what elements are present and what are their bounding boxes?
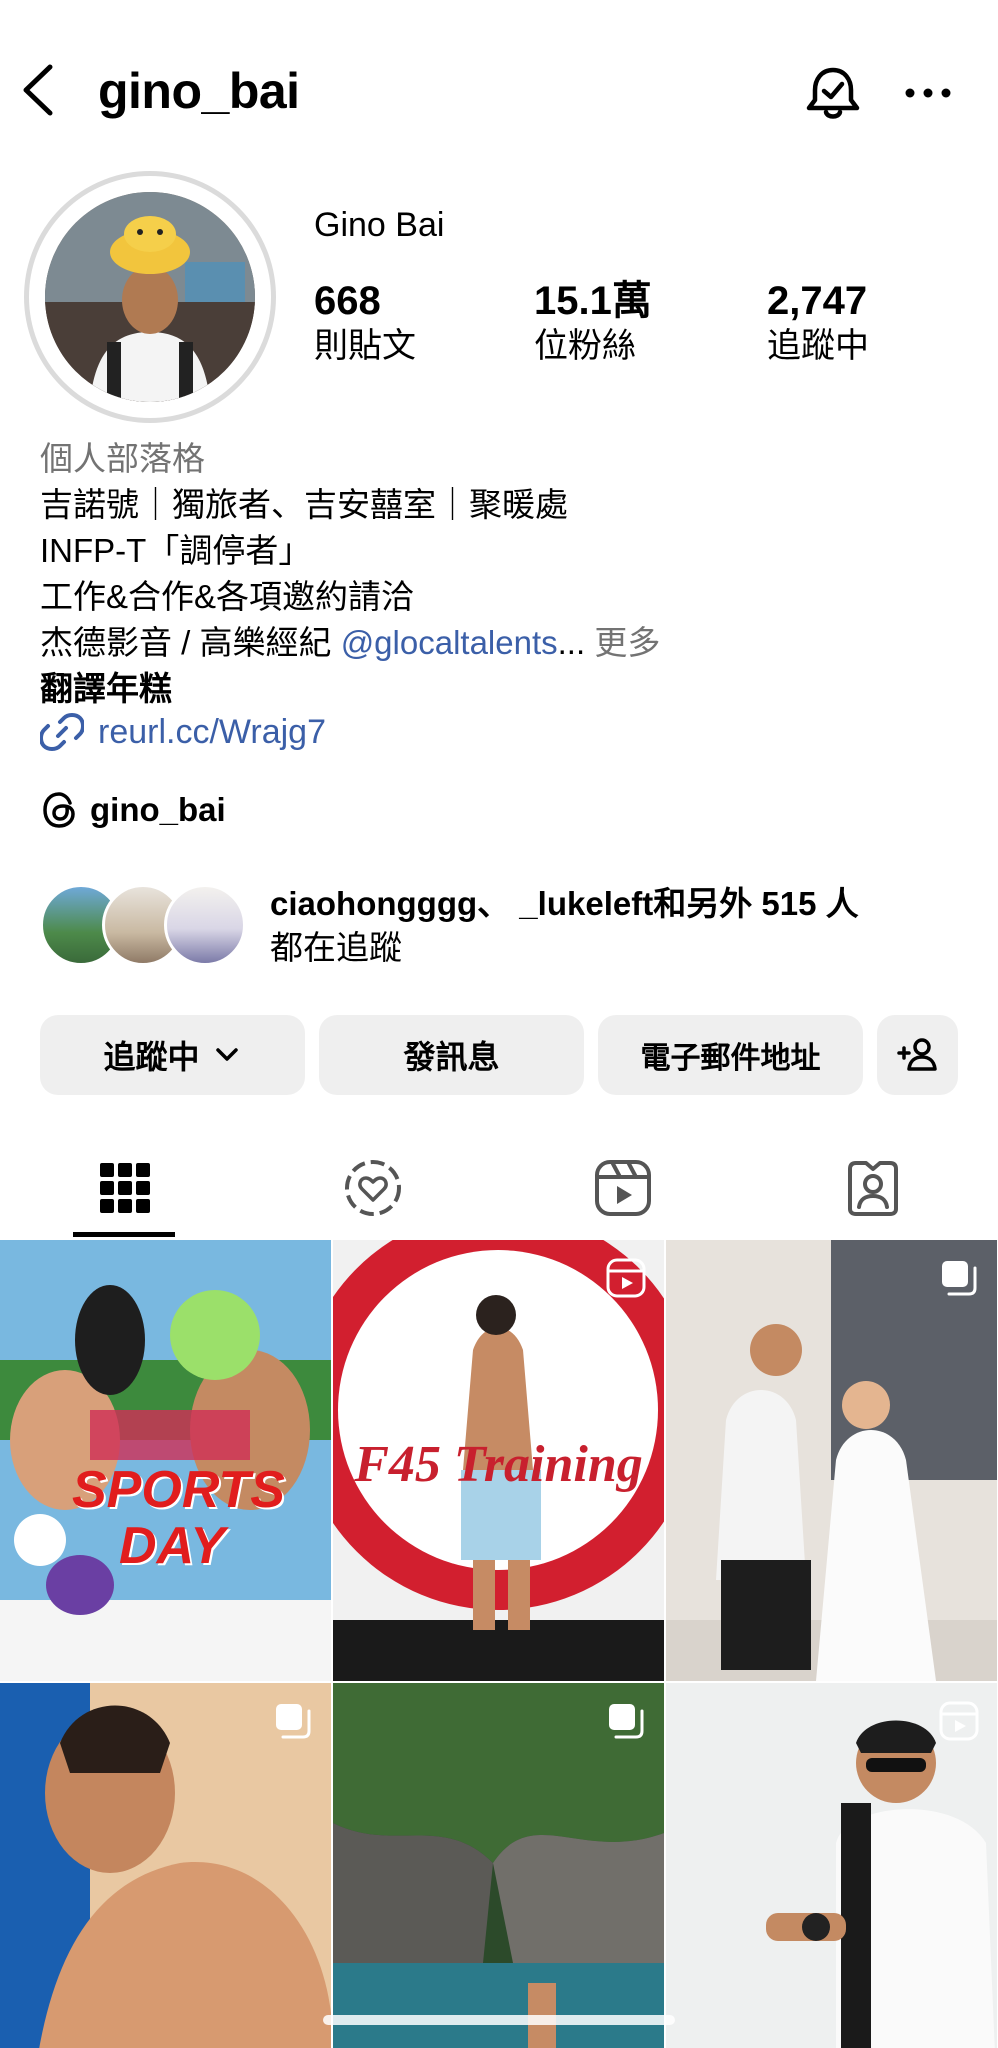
- reels-icon: [939, 1701, 979, 1741]
- bio-mention-link[interactable]: @glocaltalents: [341, 624, 558, 661]
- stat-label: 位粉絲: [534, 327, 636, 365]
- carousel-badge: [939, 1258, 979, 1303]
- reel-badge: [606, 1258, 646, 1303]
- tagged-person-icon: [848, 1161, 898, 1216]
- chevron-down-icon: [215, 1048, 238, 1061]
- grid-post[interactable]: F45 Training: [333, 1240, 664, 1681]
- tab-posts-grid[interactable]: [0, 1140, 250, 1236]
- stat-value: 15.1萬: [534, 279, 652, 323]
- carousel-icon: [276, 1704, 311, 1739]
- threads-icon: [43, 792, 75, 828]
- mutual-count: 和另外 515 人: [653, 885, 859, 922]
- stat-value: 668: [314, 279, 381, 323]
- active-tab-indicator: [73, 1232, 175, 1237]
- add-person-icon: [896, 1038, 937, 1071]
- mutual-avatar: [164, 884, 246, 966]
- stat-posts[interactable]: 668 則貼文: [314, 276, 416, 366]
- mutual-followers-text: ciaohongggg、 _lukeleft和另外 515 人 都在追蹤: [270, 882, 859, 970]
- carousel-badge: [606, 1701, 646, 1746]
- chevron-left-icon: [23, 64, 53, 116]
- carousel-badge: [273, 1701, 313, 1746]
- carousel-icon: [609, 1704, 644, 1739]
- more-options-button[interactable]: [900, 75, 956, 111]
- mutual-suffix: 都在追蹤: [270, 929, 402, 966]
- bio-text: 杰德影音 / 高樂經紀: [40, 624, 341, 661]
- carousel-icon: [942, 1261, 977, 1296]
- bio-line: 杰德影音 / 高樂經紀 @glocaltalents... 更多: [40, 620, 970, 666]
- reels-icon: [606, 1258, 646, 1298]
- header-username: gino_bai: [98, 63, 300, 119]
- suggest-people-button[interactable]: [877, 1015, 958, 1095]
- threads-handle: gino_bai: [90, 791, 226, 828]
- tab-reposts[interactable]: [248, 1140, 498, 1236]
- bell-check-icon: [806, 67, 860, 119]
- profile-avatar[interactable]: [24, 171, 276, 423]
- stat-following[interactable]: 2,747 追蹤中: [767, 276, 869, 366]
- threads-badge[interactable]: gino_bai: [40, 790, 226, 830]
- home-indicator[interactable]: [323, 2015, 675, 2025]
- grid-icon: [100, 1163, 150, 1213]
- bio-line: 吉諾號｜獨旅者、吉安囍室｜聚暖處: [40, 486, 568, 523]
- grid-post[interactable]: [666, 1240, 997, 1681]
- avatar-image: [45, 192, 255, 402]
- message-button[interactable]: 發訊息: [319, 1015, 584, 1095]
- reel-badge: [939, 1701, 979, 1746]
- mutual-names: ciaohongggg、 _lukeleft: [270, 885, 654, 922]
- message-label: 發訊息: [403, 1039, 500, 1075]
- profile-actions: 追蹤中 發訊息 電子郵件地址: [40, 1015, 958, 1095]
- profile-header: gino_bai: [0, 40, 998, 140]
- profile-link-text: reurl.cc/Wrajg7: [98, 712, 326, 751]
- back-button[interactable]: [18, 62, 58, 118]
- link-icon: [40, 713, 84, 751]
- post-caption-text: SPORTS DAY: [72, 1461, 285, 1575]
- email-button[interactable]: 電子郵件地址: [598, 1015, 863, 1095]
- tab-reels[interactable]: [498, 1140, 748, 1236]
- bio-line: 翻譯年糕: [40, 670, 172, 707]
- stat-value: 2,747: [767, 279, 868, 323]
- display-name: Gino Bai: [314, 206, 445, 244]
- notifications-button[interactable]: [803, 64, 863, 124]
- grid-post[interactable]: [333, 1683, 664, 2048]
- more-horizontal-icon: [905, 88, 951, 98]
- stat-label: 則貼文: [314, 327, 416, 365]
- bio-line: 工作&合作&各項邀約請洽: [40, 578, 415, 615]
- tab-tagged[interactable]: [748, 1140, 998, 1236]
- stat-followers[interactable]: 15.1萬 位粉絲: [534, 276, 652, 366]
- reels-icon: [595, 1160, 651, 1216]
- grid-post[interactable]: [666, 1683, 997, 2048]
- stat-label: 追蹤中: [767, 327, 869, 365]
- bio-more-button[interactable]: 更多: [585, 624, 660, 661]
- post-caption-text: F45 Training: [354, 1436, 643, 1493]
- bio-line: INFP-T「調停者」: [40, 532, 312, 569]
- following-button[interactable]: 追蹤中: [40, 1015, 305, 1095]
- profile-bio: 個人部落格 吉諾號｜獨旅者、吉安囍室｜聚暖處 INFP-T「調停者」 工作&合作…: [40, 436, 970, 712]
- following-label: 追蹤中: [103, 1039, 200, 1075]
- bio-category: 個人部落格: [40, 440, 205, 477]
- email-label: 電子郵件地址: [640, 1042, 821, 1075]
- profile-tabs: [0, 1140, 998, 1236]
- grid-post[interactable]: SPORTS DAY: [0, 1240, 331, 1681]
- heart-circle-icon: [345, 1160, 401, 1216]
- mutual-followers[interactable]: ciaohongggg、 _lukeleft和另外 515 人 都在追蹤: [40, 880, 980, 970]
- profile-link[interactable]: reurl.cc/Wrajg7: [40, 710, 326, 754]
- grid-post[interactable]: [0, 1683, 331, 2048]
- bio-ellipsis: ...: [557, 624, 586, 661]
